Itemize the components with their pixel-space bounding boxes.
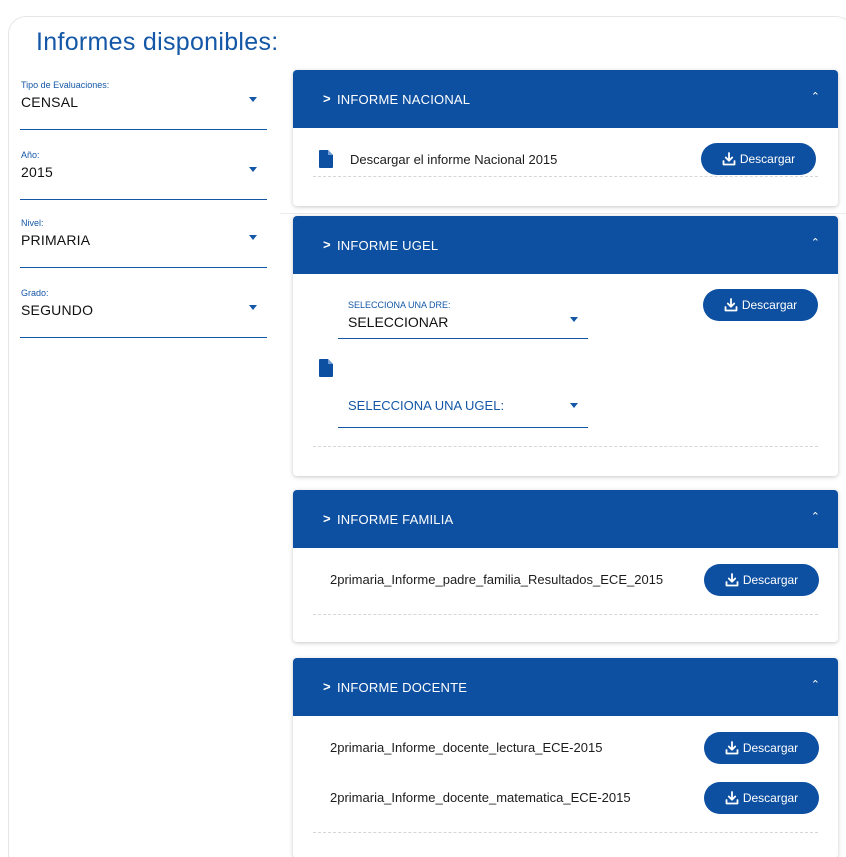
filter-value: SEGUNDO	[21, 302, 94, 318]
chevron-right-icon: >	[323, 679, 331, 694]
download-icon	[725, 573, 739, 587]
chevron-right-icon: >	[323, 91, 331, 106]
download-icon	[725, 791, 739, 805]
filter-label: Nivel:	[21, 218, 44, 228]
card-informe-nacional: > INFORME NACIONAL ⌃ Descargar el inform…	[293, 70, 838, 206]
card-header-familia[interactable]: > INFORME FAMILIA ⌃	[293, 490, 838, 548]
filter-value: CENSAL	[21, 94, 79, 110]
dropdown-arrow-icon	[570, 317, 578, 322]
page-title: Informes disponibles:	[36, 28, 279, 56]
select-value: SELECCIONAR	[348, 314, 449, 330]
row-divider	[313, 446, 818, 447]
chevron-up-icon[interactable]: ⌃	[811, 90, 820, 103]
dropdown-arrow-icon	[249, 305, 257, 310]
section-divider	[280, 213, 846, 214]
download-label: Descargar	[739, 152, 796, 166]
download-icon	[722, 152, 736, 166]
card-informe-familia: > INFORME FAMILIA ⌃ 2primaria_Informe_pa…	[293, 490, 838, 642]
row-divider	[313, 614, 818, 615]
dropdown-arrow-icon	[249, 167, 257, 172]
download-icon	[724, 298, 738, 312]
report-name: Descargar el informe Nacional 2015	[350, 152, 558, 167]
download-icon	[725, 741, 739, 755]
chevron-up-icon[interactable]: ⌃	[811, 236, 820, 249]
filter-grado[interactable]: Grado: SEGUNDO	[20, 288, 267, 338]
filter-tipo-evaluaciones[interactable]: Tipo de Evaluaciones: CENSAL	[20, 80, 267, 130]
filter-label: Tipo de Evaluaciones:	[21, 80, 110, 90]
download-button[interactable]: Descargar	[704, 732, 819, 764]
filter-label: Año:	[21, 150, 40, 160]
report-name: 2primaria_Informe_docente_lectura_ECE-20…	[330, 740, 603, 755]
card-title: INFORME FAMILIA	[337, 512, 454, 527]
filter-label: Grado:	[21, 288, 49, 298]
card-title: INFORME NACIONAL	[337, 92, 471, 107]
select-dre[interactable]: SELECCIONA UNA DRE: SELECCIONAR	[338, 300, 588, 339]
download-button[interactable]: Descargar	[701, 143, 816, 175]
card-header-docente[interactable]: > INFORME DOCENTE ⌃	[293, 658, 838, 716]
download-label: Descargar	[742, 573, 799, 587]
chevron-right-icon: >	[323, 237, 331, 252]
select-label: SELECCIONA UNA DRE:	[348, 300, 451, 310]
chevron-right-icon: >	[323, 511, 331, 526]
card-informe-docente: > INFORME DOCENTE ⌃ 2primaria_Informe_do…	[293, 658, 838, 857]
document-icon	[319, 150, 333, 168]
card-header-ugel[interactable]: > INFORME UGEL ⌃	[293, 216, 838, 274]
card-header-nacional[interactable]: > INFORME NACIONAL ⌃	[293, 70, 838, 128]
filter-anio[interactable]: Año: 2015	[20, 150, 267, 200]
row-divider	[313, 832, 818, 833]
dropdown-arrow-icon	[249, 97, 257, 102]
chevron-up-icon[interactable]: ⌃	[811, 678, 820, 691]
document-icon	[319, 359, 333, 377]
report-name: 2primaria_Informe_padre_familia_Resultad…	[330, 572, 664, 587]
download-button[interactable]: Descargar	[703, 289, 818, 321]
report-name: 2primaria_Informe_docente_matematica_ECE…	[330, 790, 631, 805]
download-button[interactable]: Descargar	[704, 564, 819, 596]
select-ugel[interactable]: SELECCIONA UNA UGEL:	[338, 392, 588, 428]
filter-value: PRIMARIA	[21, 232, 91, 248]
card-title: INFORME UGEL	[337, 238, 439, 253]
chevron-up-icon[interactable]: ⌃	[811, 510, 820, 523]
filter-nivel[interactable]: Nivel: PRIMARIA	[20, 218, 267, 268]
dropdown-arrow-icon	[249, 235, 257, 240]
filter-value: 2015	[21, 164, 53, 180]
row-divider	[313, 176, 818, 177]
card-title: INFORME DOCENTE	[337, 680, 468, 695]
download-button[interactable]: Descargar	[704, 782, 819, 814]
select-placeholder: SELECCIONA UNA UGEL:	[348, 398, 505, 413]
download-label: Descargar	[741, 298, 798, 312]
dropdown-arrow-icon	[570, 403, 578, 408]
card-informe-ugel: > INFORME UGEL ⌃ SELECCIONA UNA DRE: SEL…	[293, 216, 838, 476]
download-label: Descargar	[742, 741, 799, 755]
download-label: Descargar	[742, 791, 799, 805]
